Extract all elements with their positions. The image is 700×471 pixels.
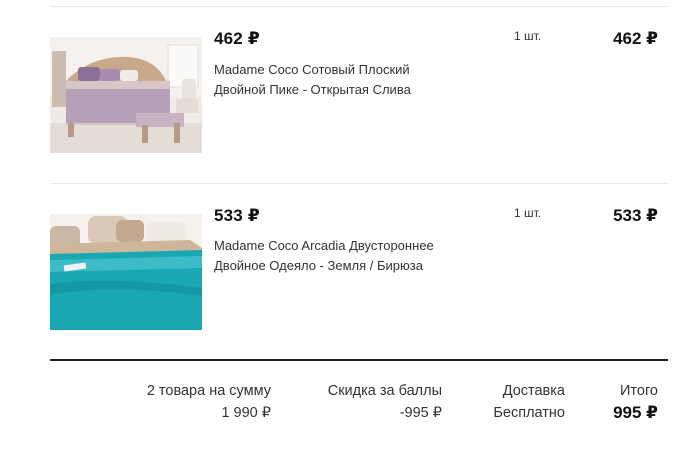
summary-delivery-label: Доставка [502, 383, 565, 399]
product-image-1[interactable] [50, 37, 202, 153]
summary-delivery-value: Бесплатно [493, 405, 565, 421]
order-summary: 462 ₽ Madame Coco Сотовый Плоский Двойно… [0, 0, 700, 471]
summary-discount-label: Скидка за баллы [327, 383, 442, 399]
item-qty-2: 1 шт. [514, 206, 542, 220]
summary-total-value: 995 ₽ [613, 403, 658, 422]
item-price-1: 462 ₽ [214, 29, 260, 48]
summary-goods: 2 товара на сумму 1 990 ₽ [147, 380, 271, 424]
summary-discount: Скидка за баллы -995 ₽ [328, 380, 442, 424]
item-price-2: 533 ₽ [214, 206, 260, 225]
product-image-2[interactable] [50, 214, 202, 330]
item-total-1: 462 ₽ [613, 29, 658, 48]
item-title-2[interactable]: Madame Coco Arcadia Двустороннее Двойное… [214, 236, 454, 276]
item-total-2: 533 ₽ [613, 206, 658, 225]
divider-summary [50, 359, 668, 361]
summary-discount-value: -995 ₽ [399, 405, 442, 421]
divider-top [50, 6, 668, 7]
summary-total: Итого 995 ₽ [613, 380, 658, 424]
summary-goods-label: 2 товара на сумму [146, 383, 271, 399]
summary-total-label: Итого [620, 383, 658, 399]
divider-middle [50, 183, 668, 184]
summary-goods-value: 1 990 ₽ [221, 405, 271, 421]
item-title-1[interactable]: Madame Coco Сотовый Плоский Двойной Пике… [214, 60, 454, 100]
summary-delivery: Доставка Бесплатно [493, 380, 565, 424]
item-qty-1: 1 шт. [514, 29, 542, 43]
